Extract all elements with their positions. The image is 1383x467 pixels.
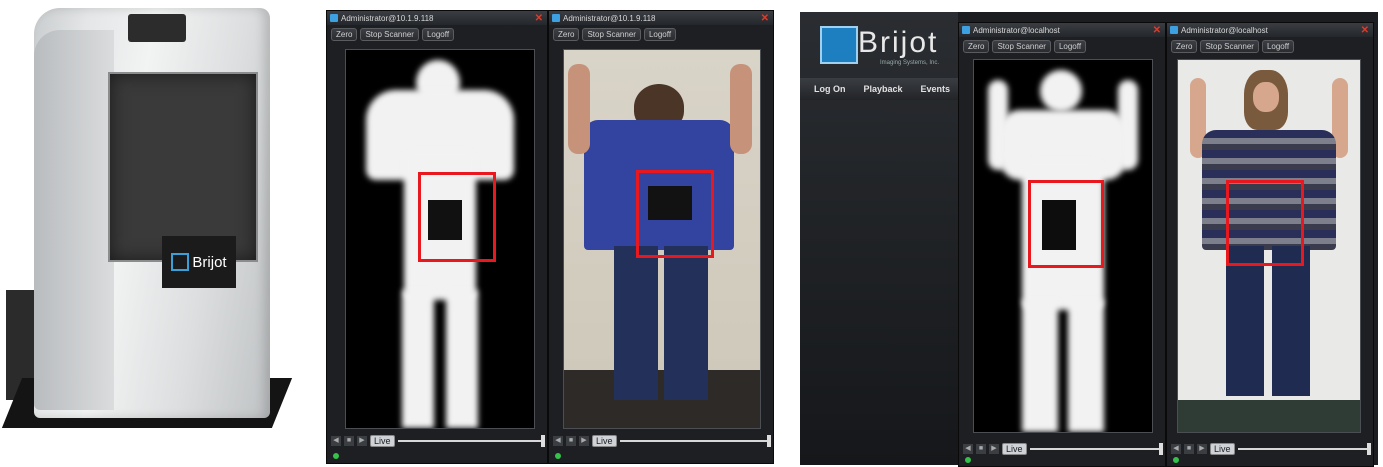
rewind-icon[interactable]: ◀ [331, 436, 341, 446]
stop-scanner-button[interactable]: Stop Scanner [1200, 39, 1259, 53]
device-logo-text: Brijot [192, 253, 227, 271]
threat-highlight-box [1226, 180, 1304, 266]
monitor-icon [962, 26, 970, 34]
monitor-icon [330, 14, 338, 22]
status-led [333, 453, 339, 459]
slider-thumb[interactable] [1367, 443, 1371, 455]
scanner-device-photo: Brijot [0, 0, 300, 465]
stop-icon[interactable]: ■ [344, 436, 354, 446]
slider-thumb[interactable] [541, 435, 545, 447]
scan-panel-thermal-1: Administrator@10.1.9.118 ✕ Zero Stop Sca… [326, 10, 548, 464]
panel-title: Administrator@localhost [973, 25, 1060, 35]
panel-toolbar: Zero Stop Scanner Logoff [959, 37, 1165, 55]
play-icon[interactable]: ▶ [1197, 444, 1207, 454]
rewind-icon[interactable]: ◀ [553, 436, 563, 446]
brijot-logo-icon [171, 253, 190, 271]
stop-scanner-button[interactable]: Stop Scanner [360, 27, 419, 41]
playback-bar: ◀ ■ ▶ Live [1171, 441, 1371, 457]
slider-thumb[interactable] [1159, 443, 1163, 455]
playback-bar: ◀ ■ ▶ Live [553, 433, 771, 449]
logoff-button[interactable]: Logoff [1261, 39, 1295, 53]
close-icon[interactable]: ✕ [1361, 25, 1369, 36]
panel-titlebar: Administrator@10.1.9.118 ✕ [549, 11, 773, 25]
rewind-icon[interactable]: ◀ [1171, 444, 1181, 454]
logoff-button[interactable]: Logoff [643, 27, 677, 41]
brijot-logo-icon [820, 26, 858, 64]
live-button[interactable]: Live [1210, 443, 1235, 455]
stop-icon[interactable]: ■ [1184, 444, 1194, 454]
close-icon[interactable]: ✕ [535, 13, 543, 24]
thermal-image-view [345, 49, 535, 429]
status-led [965, 457, 971, 463]
zero-button[interactable]: Zero [553, 27, 580, 41]
play-icon[interactable]: ▶ [579, 436, 589, 446]
logoff-button[interactable]: Logoff [1053, 39, 1087, 53]
zero-button[interactable]: Zero [331, 27, 358, 41]
panel-toolbar: Zero Stop Scanner Logoff [549, 25, 773, 43]
device-logo: Brijot [162, 236, 236, 288]
timeline-slider[interactable] [1237, 443, 1371, 455]
rewind-icon[interactable]: ◀ [963, 444, 973, 454]
close-icon[interactable]: ✕ [761, 13, 769, 24]
camera-image-view [563, 49, 761, 429]
panel-title: Administrator@10.1.9.118 [341, 13, 434, 23]
scan-panel-thermal-2: Administrator@localhost ✕ Zero Stop Scan… [958, 22, 1166, 467]
zero-button[interactable]: Zero [1171, 39, 1198, 53]
thermal-image-view [973, 59, 1153, 433]
close-icon[interactable]: ✕ [1153, 25, 1161, 36]
timeline-slider[interactable] [619, 435, 771, 447]
stop-icon[interactable]: ■ [976, 444, 986, 454]
monitor-icon [552, 14, 560, 22]
stop-scanner-button[interactable]: Stop Scanner [992, 39, 1051, 53]
status-led [555, 453, 561, 459]
live-button[interactable]: Live [1002, 443, 1027, 455]
timeline-slider[interactable] [1029, 443, 1163, 455]
menu-item-playback[interactable]: Playback [864, 84, 903, 94]
brijot-app-window: Brijot Imaging Systems, Inc. Log On Play… [800, 12, 1378, 467]
slider-thumb[interactable] [767, 435, 771, 447]
status-led [1173, 457, 1179, 463]
panel-toolbar: Zero Stop Scanner Logoff [327, 25, 547, 43]
logoff-button[interactable]: Logoff [421, 27, 455, 41]
stop-scanner-button[interactable]: Stop Scanner [582, 27, 641, 41]
device-side [34, 30, 114, 410]
stop-icon[interactable]: ■ [566, 436, 576, 446]
scan-panel-photo-1: Administrator@10.1.9.118 ✕ Zero Stop Sca… [548, 10, 774, 464]
zero-button[interactable]: Zero [963, 39, 990, 53]
panel-titlebar: Administrator@10.1.9.118 ✕ [327, 11, 547, 25]
panel-title: Administrator@localhost [1181, 25, 1268, 35]
monitor-icon [1170, 26, 1178, 34]
menu-item-events[interactable]: Events [921, 84, 951, 94]
timeline-slider[interactable] [397, 435, 545, 447]
play-icon[interactable]: ▶ [989, 444, 999, 454]
app-logo-subtitle: Imaging Systems, Inc. [880, 60, 940, 66]
threat-highlight-box [636, 170, 714, 258]
app-logo-text: Brijot [858, 26, 939, 59]
playback-bar: ◀ ■ ▶ Live [963, 441, 1163, 457]
scan-panel-photo-2: Administrator@localhost ✕ Zero Stop Scan… [1166, 22, 1374, 467]
panel-titlebar: Administrator@localhost ✕ [959, 23, 1165, 37]
panel-toolbar: Zero Stop Scanner Logoff [1167, 37, 1373, 55]
app-menu-bar: Log On Playback Events [800, 78, 958, 100]
threat-highlight-box [1028, 180, 1104, 268]
play-icon[interactable]: ▶ [357, 436, 367, 446]
threat-highlight-box [418, 172, 496, 262]
panel-titlebar: Administrator@localhost ✕ [1167, 23, 1373, 37]
live-button[interactable]: Live [592, 435, 617, 447]
device-sensor-panel [108, 72, 258, 262]
playback-bar: ◀ ■ ▶ Live [331, 433, 545, 449]
panel-title: Administrator@10.1.9.118 [563, 13, 656, 23]
device-top-slot [128, 14, 186, 42]
live-button[interactable]: Live [370, 435, 395, 447]
camera-image-view [1177, 59, 1361, 433]
menu-item-log-on[interactable]: Log On [814, 84, 846, 94]
app-sidebar: Brijot Imaging Systems, Inc. Log On Play… [800, 12, 958, 465]
